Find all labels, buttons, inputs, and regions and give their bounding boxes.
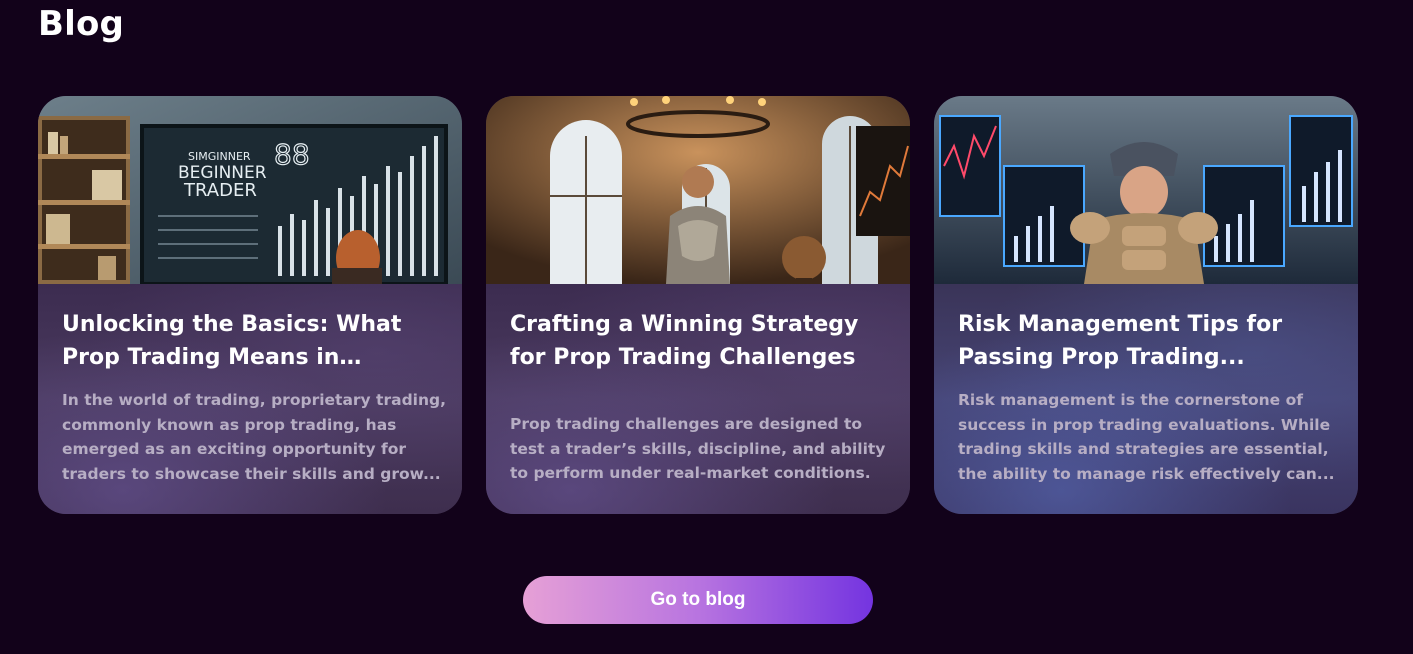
blog-card-image [486,96,910,284]
go-to-blog-button[interactable]: Go to blog [523,576,873,624]
blog-card-title[interactable]: Risk Management Tips for Passing Prop Tr… [958,308,1338,374]
blog-card-3[interactable]: Risk Management Tips for Passing Prop Tr… [934,96,1358,514]
blog-card-body: Crafting a Winning Strategy for Prop Tra… [486,284,910,514]
poster-line-1: SIMGINNER [188,150,251,163]
blog-card-excerpt: Prop trading challenges are designed to … [510,415,886,482]
blog-card-1[interactable]: SIMGINNER BEGINNER TRADER 88 Unlocking t… [38,96,462,514]
blog-card-list: SIMGINNER BEGINNER TRADER 88 Unlocking t… [38,96,1358,514]
blog-card-2[interactable]: Crafting a Winning Strategy for Prop Tra… [486,96,910,514]
blog-card-image [934,96,1358,284]
blog-section: Blog SIMGINNER BEGINNER TRADER 88 Unlock… [0,0,1413,654]
blog-card-body: Risk Management Tips for Passing Prop Tr… [934,284,1358,514]
blog-card-excerpt: In the world of trading, proprietary tra… [62,391,446,483]
blog-card-body: Unlocking the Basics: What Prop Trading … [38,284,462,514]
poster-line-3: TRADER [183,180,257,201]
blog-card-title[interactable]: Crafting a Winning Strategy for Prop Tra… [510,308,890,374]
poster-number: 88 [274,138,310,171]
section-title: Blog [38,4,125,44]
blog-card-title[interactable]: Unlocking the Basics: What Prop Trading … [62,308,442,374]
blog-card-excerpt: Risk management is the cornerstone of su… [958,391,1335,483]
blog-card-image: SIMGINNER BEGINNER TRADER 88 [38,96,462,284]
